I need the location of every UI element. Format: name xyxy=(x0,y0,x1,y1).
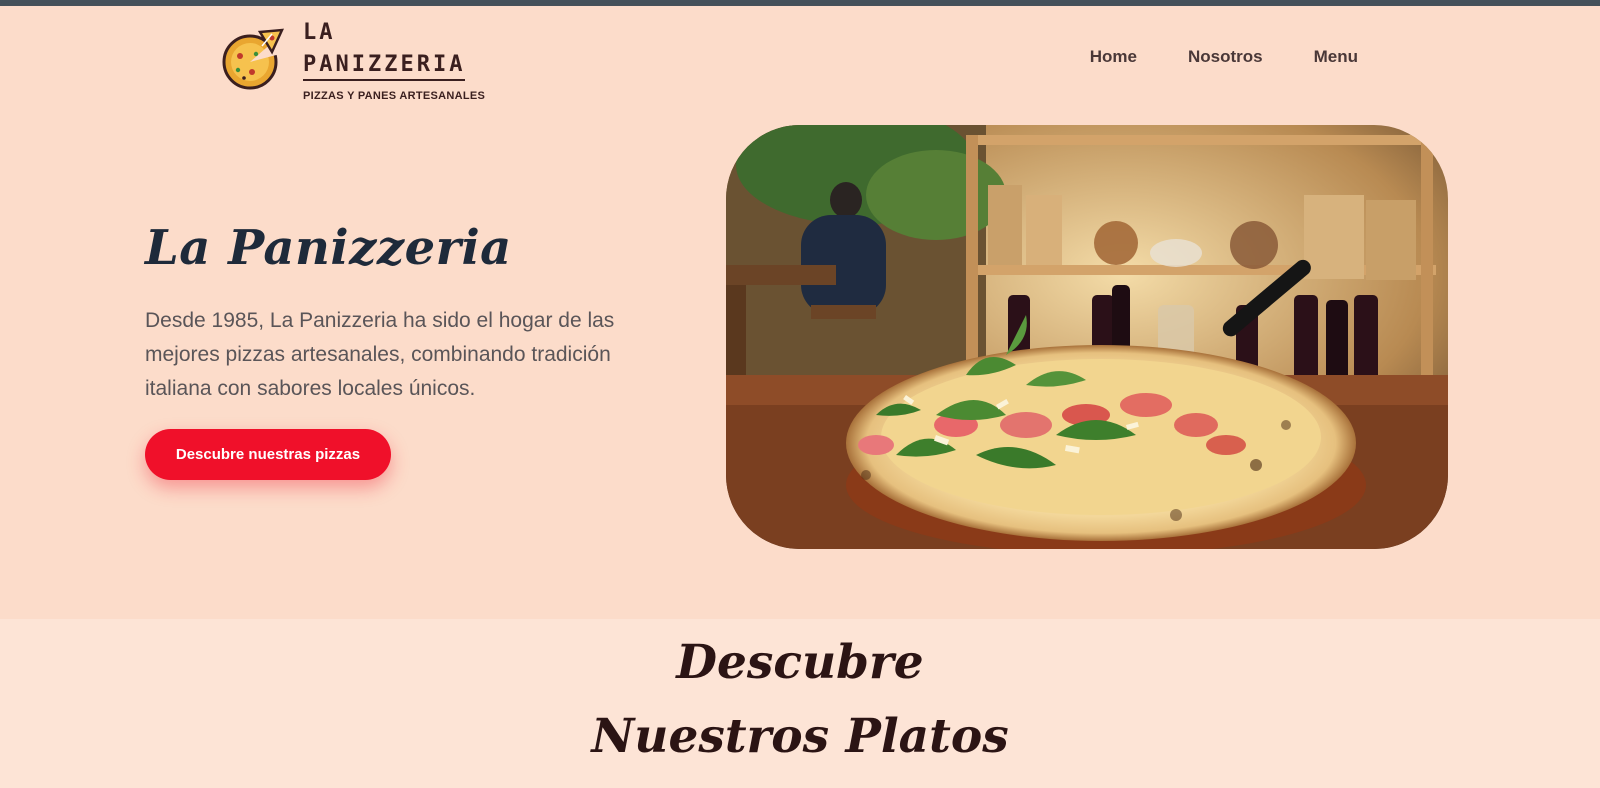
discover-pizzas-button[interactable]: Descubre nuestras pizzas xyxy=(145,429,391,480)
dishes-section: Descubre Nuestros Platos xyxy=(0,619,1600,788)
hero-section: La Panizzeria Desde 1985, La Panizzeria … xyxy=(0,111,1600,619)
section-title-line2: Nuestros Platos xyxy=(591,709,1009,764)
section-title-line1: Descubre xyxy=(676,635,924,690)
brand-tagline: PIZZAS Y PANES ARTESANALES xyxy=(303,90,486,102)
brand-name-line2: PANIZZERIA xyxy=(303,52,466,81)
hero-title: La Panizzeria xyxy=(145,220,512,276)
nav-home[interactable]: Home xyxy=(1090,47,1137,67)
site-header: LA PANIZZERIA PIZZAS Y PANES ARTESANALES… xyxy=(0,6,1600,111)
main-nav: Home Nosotros Menu xyxy=(1090,47,1358,67)
hero-pizza-photo xyxy=(726,125,1448,549)
pizza-icon xyxy=(222,28,284,90)
nav-menu[interactable]: Menu xyxy=(1314,47,1358,67)
nav-nosotros[interactable]: Nosotros xyxy=(1188,47,1263,67)
hero-description: Desde 1985, La Panizzeria ha sido el hog… xyxy=(145,309,615,400)
brand-name-line1: LA xyxy=(303,20,336,45)
brand-logo[interactable]: LA PANIZZERIA PIZZAS Y PANES ARTESANALES xyxy=(222,20,492,102)
restaurant-pizza-image xyxy=(726,125,1448,549)
